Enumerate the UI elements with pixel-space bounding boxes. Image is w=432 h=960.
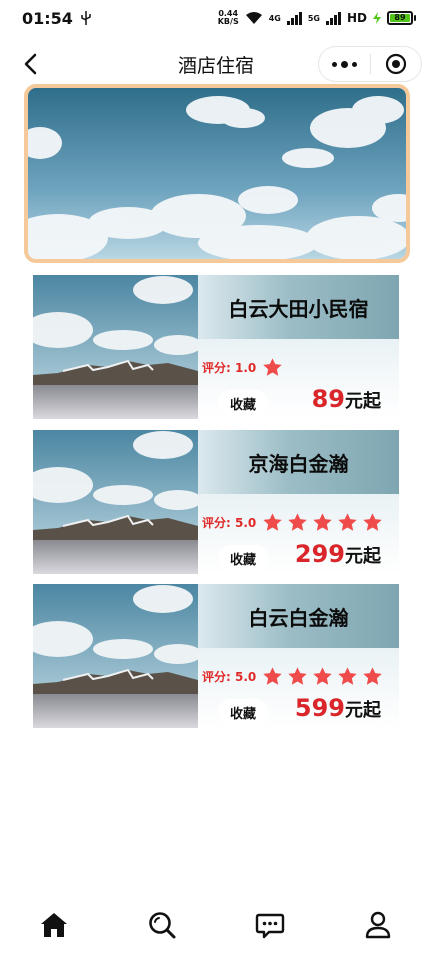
battery-icon: 89 xyxy=(387,11,416,25)
page-title: 酒店住宿 xyxy=(177,54,254,77)
wifi-icon xyxy=(245,12,262,24)
status-bar: 01:54 0.44 KB/S 4G 5G HD 89 xyxy=(0,0,432,36)
favorite-button[interactable]: 收藏 xyxy=(218,545,268,571)
net-speed-unit: KB/S xyxy=(217,17,239,26)
tab-home[interactable] xyxy=(37,908,71,942)
star-icon xyxy=(338,513,357,531)
user-icon xyxy=(365,911,391,939)
signal-2-icon xyxy=(325,11,341,25)
star-icon xyxy=(338,667,357,685)
battery-level: 89 xyxy=(390,14,410,22)
home-icon xyxy=(41,913,67,937)
hotel-card[interactable]: 白云白金瀚 评分: 5.0 收藏 599 元起 xyxy=(33,584,399,728)
hotel-card[interactable]: 京海白金瀚 评分: 5.0 收藏 299 元起 xyxy=(33,430,399,574)
hotel-info: 白云大田小民宿 评分: 1.0 收藏 89 元起 xyxy=(198,275,399,419)
close-target-icon[interactable] xyxy=(371,53,422,75)
star-icon xyxy=(313,513,332,531)
signal-1-icon xyxy=(286,11,302,25)
net-speed: 0.44 KB/S xyxy=(218,10,239,26)
price-unit: 元起 xyxy=(345,700,381,721)
banner-image[interactable] xyxy=(24,84,410,263)
sky-clouds-image xyxy=(28,88,406,259)
hotel-info: 白云白金瀚 评分: 5.0 收藏 599 元起 xyxy=(198,584,399,728)
nav-bar: 酒店住宿 xyxy=(0,44,432,84)
star-icon xyxy=(363,513,382,531)
hotel-photo xyxy=(33,584,198,728)
price: 89 元起 xyxy=(312,385,381,413)
hotel-detail: 评分: 5.0 收藏 599 元起 xyxy=(198,648,399,728)
message-icon xyxy=(255,913,285,939)
star-icon xyxy=(288,513,307,531)
rating-row: 评分: 5.0 xyxy=(202,512,383,533)
price: 599 元起 xyxy=(295,694,381,722)
back-icon[interactable] xyxy=(18,50,46,78)
star-icon xyxy=(288,667,307,685)
tab-profile[interactable] xyxy=(361,908,395,942)
favorite-button[interactable]: 收藏 xyxy=(218,390,268,416)
price-value: 89 xyxy=(311,385,345,413)
tab-messages[interactable] xyxy=(253,908,287,942)
hotel-photo xyxy=(33,430,198,574)
status-left: 01:54 xyxy=(22,9,91,28)
favorite-button[interactable]: 收藏 xyxy=(218,699,268,725)
status-time: 01:54 xyxy=(22,8,73,28)
rating-row: 评分: 1.0 xyxy=(202,357,283,378)
hotel-card[interactable]: 白云大田小民宿 评分: 1.0 收藏 89 元起 xyxy=(33,275,399,419)
network-1-label: 4G xyxy=(268,13,281,23)
hotel-name: 白云大田小民宿 xyxy=(198,275,399,339)
price: 299 元起 xyxy=(295,540,381,568)
search-icon xyxy=(149,912,176,939)
rating-label: 评分: 5.0 xyxy=(202,516,257,530)
price-unit: 元起 xyxy=(345,391,381,412)
star-icon xyxy=(263,358,282,376)
more-icon[interactable] xyxy=(319,60,370,68)
usb-icon xyxy=(81,11,91,25)
rating-label: 评分: 5.0 xyxy=(202,670,257,684)
hotel-detail: 评分: 1.0 收藏 89 元起 xyxy=(198,339,399,419)
network-2-label: 5G xyxy=(307,13,320,23)
hotel-info: 京海白金瀚 评分: 5.0 收藏 299 元起 xyxy=(198,430,399,574)
hotel-detail: 评分: 5.0 收藏 299 元起 xyxy=(198,494,399,574)
hd-label: HD xyxy=(346,11,367,25)
hotel-name: 白云白金瀚 xyxy=(198,584,399,648)
status-right: 0.44 KB/S 4G 5G HD 89 xyxy=(218,10,416,26)
star-icon xyxy=(313,667,332,685)
price-unit: 元起 xyxy=(345,546,381,567)
star-icon xyxy=(263,667,282,685)
tab-bar xyxy=(0,900,432,960)
star-icon xyxy=(263,513,282,531)
mini-program-capsule xyxy=(318,46,422,82)
hotel-photo xyxy=(33,275,198,419)
rating-label: 评分: 1.0 xyxy=(202,361,257,375)
price-value: 599 xyxy=(294,694,345,722)
hotel-name: 京海白金瀚 xyxy=(198,430,399,494)
charging-icon xyxy=(373,12,381,24)
price-value: 299 xyxy=(294,540,345,568)
star-icon xyxy=(363,667,382,685)
rating-row: 评分: 5.0 xyxy=(202,666,383,687)
tab-search[interactable] xyxy=(145,908,179,942)
